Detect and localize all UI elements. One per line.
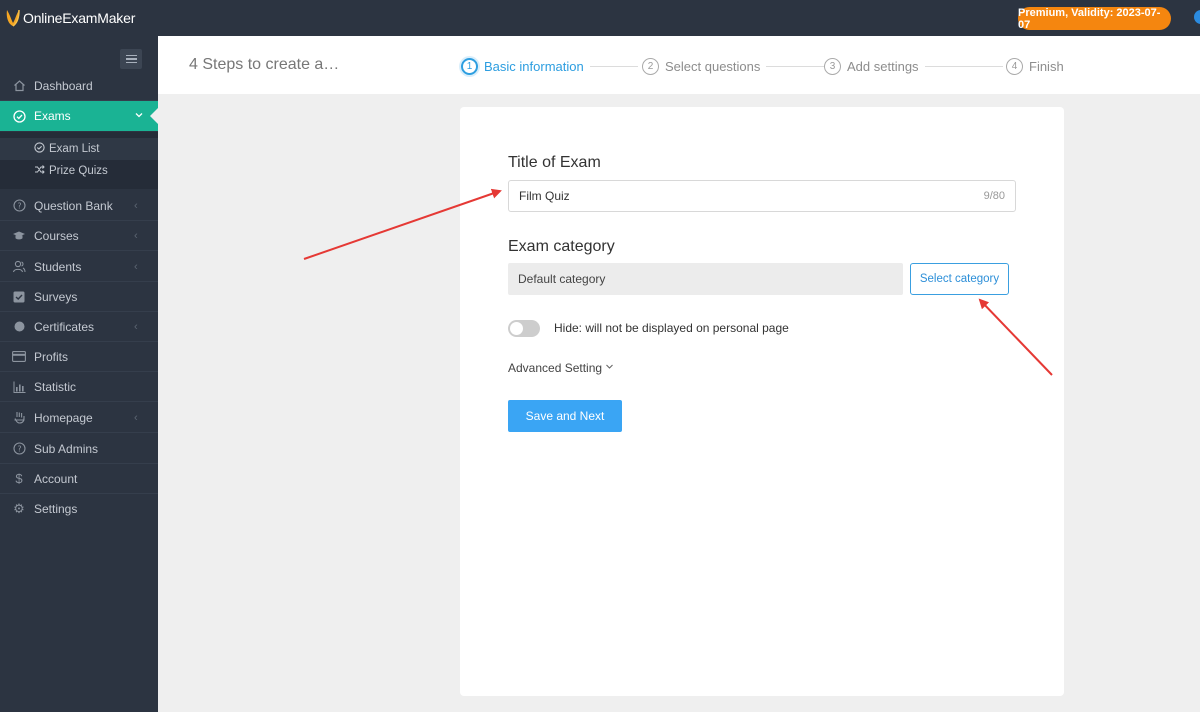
chevron-left-icon: ‹ [134,260,138,273]
sidebar-item-account[interactable]: $ Account [0,464,158,494]
chevron-left-icon: ‹ [134,320,138,333]
active-indicator [150,108,158,124]
sidebar-item-label: Exams [34,109,71,123]
step-label: Basic information [484,58,584,74]
sidebar-item-question-bank[interactable]: ? Question Bank ‹ [0,191,158,221]
chevron-down-icon [134,110,144,123]
gear-icon: ⚙ [13,501,25,516]
basic-info-card: Title of Exam Film Quiz 9/80 Exam catego… [460,107,1064,696]
sidebar-item-students[interactable]: Students ‹ [0,252,158,282]
app-logo[interactable]: OnlineExamMaker [4,7,135,29]
check-circle-icon [12,109,26,123]
sidebar-subitem-prize-quizs[interactable]: Prize Quizs [34,162,108,180]
sidebar-item-statistic[interactable]: Statistic [0,372,158,402]
checkbox-icon [12,290,26,304]
step-select-questions[interactable]: 2 Select questions [642,56,760,76]
chevron-down-icon [605,362,614,374]
sidebar-item-label: Account [34,471,78,486]
category-label: Exam category [508,238,615,255]
page-header: 4 Steps to create a… 1 Basic information… [158,36,1200,94]
bar-chart-icon [12,380,26,394]
sidebar-subitem-label: Prize Quizs [49,165,108,177]
circle-icon [12,320,26,334]
advanced-setting-label: Advanced Setting [508,361,603,375]
sidebar-item-label: Settings [34,502,78,516]
check-circle-icon [34,142,45,156]
logo-text: OnlineExamMaker [23,10,136,26]
exams-submenu: Exam List Prize Quizs [0,132,158,189]
step-add-settings[interactable]: 3 Add settings [824,56,919,76]
sidebar-item-surveys[interactable]: Surveys [0,282,158,312]
chevron-left-icon: ‹ [134,199,138,212]
sidebar-item-label: Statistic [34,379,77,394]
sidebar-subitem-label: Exam List [49,143,100,155]
step-number: 2 [642,57,659,75]
hide-label: Hide: will not be displayed on personal … [554,321,789,335]
credit-card-icon [12,350,26,364]
select-category-button[interactable]: Select category [910,263,1009,295]
dollar-icon: $ [15,471,23,486]
sidebar-item-certificates[interactable]: Certificates ‹ [0,312,158,342]
step-number: 4 [1006,57,1023,75]
hand-icon [12,411,26,425]
question-circle-icon: ? [12,199,26,213]
home-icon [12,79,26,93]
exam-title-input[interactable]: Film Quiz 9/80 [508,180,1016,212]
sidebar-item-label: Homepage [34,410,93,425]
hide-toggle[interactable] [508,320,540,337]
step-finish[interactable]: 4 Finish [1006,56,1064,76]
sidebar-item-label: Question Bank [34,198,113,213]
sidebar-subitem-exam-list[interactable]: Exam List [0,138,158,160]
sidebar-item-sub-admins[interactable]: ? Sub Admins [0,434,158,464]
top-bar: OnlineExamMaker Premium, Validity: 2023-… [0,0,1200,36]
page-title: 4 Steps to create a… [189,56,340,73]
step-number: 3 [824,57,841,75]
question-circle-icon: ? [12,442,26,456]
shuffle-icon [34,164,45,178]
category-field: Default category [508,263,903,295]
step-number: 1 [461,57,478,75]
step-label: Add settings [847,58,919,74]
svg-text:?: ? [17,444,21,453]
svg-text:?: ? [17,201,21,210]
step-connector [766,66,824,67]
chevron-left-icon: ‹ [134,229,138,242]
advanced-setting-toggle[interactable]: Advanced Setting [508,361,614,375]
sidebar-item-label: Dashboard [34,78,93,93]
toggle-knob [510,322,523,335]
step-label: Finish [1029,58,1064,74]
sidebar-item-label: Surveys [34,289,78,304]
graduation-cap-icon [12,229,26,243]
sidebar-item-profits[interactable]: Profits [0,342,158,372]
sidebar-item-label: Certificates [34,319,95,334]
sidebar-item-exams[interactable]: Exams [0,101,158,131]
sidebar-item-dashboard[interactable]: Dashboard [0,71,158,101]
sidebar-item-courses[interactable]: Courses ‹ [0,221,158,251]
sidebar-item-label: Sub Admins [34,441,99,456]
character-count: 9/80 [983,190,1005,202]
menu-toggle-icon[interactable] [120,49,142,69]
sidebar-item-label: Students [34,259,82,274]
sidebar-item-label: Profits [34,349,69,364]
user-avatar[interactable] [1194,10,1200,24]
sidebar-item-label: Courses [34,228,79,243]
premium-badge[interactable]: Premium, Validity: 2023-07-07 [1018,7,1171,31]
step-connector [925,66,1003,67]
sidebar-item-settings[interactable]: ⚙ Settings [0,494,158,524]
exam-title-value: Film Quiz [519,189,570,203]
save-and-next-button[interactable]: Save and Next [508,400,622,432]
title-label: Title of Exam [508,154,601,171]
sidebar-item-homepage[interactable]: Homepage ‹ [0,403,158,433]
logo-mark-icon [4,7,22,29]
step-label: Select questions [665,58,761,74]
chevron-left-icon: ‹ [134,411,138,424]
step-basic-information[interactable]: 1 Basic information [461,56,584,76]
step-connector [590,66,638,67]
users-icon [12,260,26,274]
